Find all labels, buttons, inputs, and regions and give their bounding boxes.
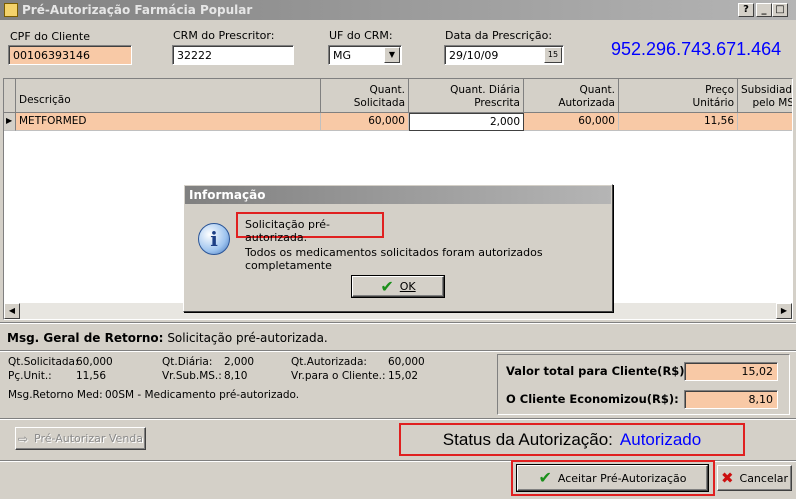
divider: [0, 418, 796, 420]
help-button[interactable]: ?: [738, 3, 754, 17]
cell-quant-autorizada[interactable]: 60,000: [524, 113, 619, 131]
msg-geral-value: Solicitação pré-autorizada.: [167, 331, 328, 345]
header-line: Quant.: [369, 84, 405, 96]
qt-autorizada-label: Qt.Autorizada:: [291, 356, 367, 368]
header-preco-unitario[interactable]: Preço Unitário: [619, 79, 738, 113]
qt-diaria-label: Qt.Diária:: [162, 356, 213, 368]
row-pointer-icon: ▶: [4, 113, 16, 131]
scroll-left-icon[interactable]: ◀: [4, 303, 20, 319]
minimize-button[interactable]: _: [756, 3, 772, 17]
qt-solicitada-value: 60,000: [76, 356, 113, 368]
total-cliente-field[interactable]: 15,02: [684, 362, 778, 381]
cell-quant-diaria[interactable]: 2,000: [409, 113, 524, 131]
status-label: Status da Autorização:: [442, 429, 613, 449]
header-line: Solicitada: [353, 97, 405, 109]
msg-geral-row: Msg. Geral de Retorno: Solicitação pré-a…: [7, 331, 328, 345]
msg-retorno-med-value: 00SM - Medicamento pré-autorizado.: [105, 389, 300, 401]
divider: [0, 350, 796, 352]
vr-sub-value: 8,10: [224, 370, 248, 382]
cell-descricao[interactable]: METFORMED: [16, 113, 321, 131]
header-line: Unitário: [692, 97, 734, 109]
status-box: Status da Autorização: Autorizado: [399, 423, 745, 456]
qt-solicitada-label: Qt.Solicitada:: [8, 356, 79, 368]
window-title: Pré-Autorização Farmácia Popular: [22, 3, 253, 17]
dialog-line1: Solicitação pré-autorizada.: [245, 218, 330, 244]
qt-autorizada-value: 60,000: [388, 356, 425, 368]
economizou-field[interactable]: 8,10: [684, 390, 778, 409]
msg-retorno-med-label: Msg.Retorno Med:: [8, 389, 103, 401]
cell-preco-unitario[interactable]: 11,56: [619, 113, 738, 131]
date-field-value: 29/10/09: [449, 49, 499, 62]
status-value: Autorizado: [619, 429, 702, 449]
pre-autorizar-label: Pré-Autorizar Venda: [34, 432, 144, 445]
header-line: Preço: [705, 84, 734, 96]
authorization-number: 952.296.743.671.464: [611, 39, 782, 59]
aceitar-label: Aceitar Pré-Autorização: [557, 471, 687, 485]
header-line: Prescrita: [474, 97, 520, 109]
vr-cliente-label: Vr.para o Cliente.:: [291, 370, 386, 382]
header-quant-diaria[interactable]: Quant. Diária Prescrita: [409, 79, 524, 113]
header-line: Quant.: [579, 84, 615, 96]
ok-button[interactable]: ✔ OK: [351, 275, 445, 298]
scroll-right-icon[interactable]: ▶: [776, 303, 792, 319]
uf-select[interactable]: MG ▼: [328, 45, 402, 65]
cancelar-label: Cancelar: [739, 471, 789, 485]
header-line: pelo MS: [752, 97, 793, 109]
check-icon: ✔: [380, 276, 394, 296]
vr-cliente-value: 15,02: [388, 370, 419, 382]
document-arrow-icon: ⇨: [17, 431, 29, 446]
header-descricao[interactable]: Descrição: [16, 79, 321, 113]
header-line: Subsidiado: [741, 84, 793, 96]
header-line: Quant. Diária: [450, 84, 520, 96]
qt-diaria-value: 2,000: [224, 356, 255, 368]
pc-unit-label: Pç.Unit.:: [8, 370, 52, 382]
totals-panel: Valor total para Cliente(R$): 15,02 O Cl…: [497, 354, 790, 415]
check-icon: ✔: [538, 468, 552, 487]
cpf-field[interactable]: 00106393146: [8, 45, 132, 65]
ok-button-label: OK: [399, 280, 416, 293]
header-descricao-label: Descrição: [19, 94, 71, 106]
total-cliente-label: Valor total para Cliente(R$):: [506, 364, 690, 378]
grid-corner: [4, 79, 16, 113]
info-dialog[interactable]: Informação i Solicitação pré-autorizada.…: [183, 184, 613, 312]
app-icon: [4, 3, 18, 17]
window-titlebar[interactable]: Pré-Autorização Farmácia Popular ? _ □: [0, 0, 796, 20]
cpf-label: CPF do Cliente: [10, 30, 90, 43]
cancelar-button[interactable]: ✖ Cancelar: [717, 465, 792, 491]
maximize-button[interactable]: □: [772, 3, 788, 17]
vr-sub-label: Vr.Sub.MS.:: [162, 370, 222, 382]
pre-autorizar-venda-button[interactable]: ⇨ Pré-Autorizar Venda: [15, 427, 146, 450]
economizou-label: O Cliente Economizou(R$):: [506, 392, 679, 406]
chevron-down-icon[interactable]: ▼: [384, 47, 400, 63]
calendar-icon[interactable]: 15: [544, 47, 562, 63]
header-quant-solicitada[interactable]: Quant. Solicitada: [321, 79, 409, 113]
close-icon: ✖: [720, 469, 734, 487]
dialog-title[interactable]: Informação: [185, 186, 611, 204]
header-subsidiado[interactable]: Subsidiado pelo MS: [738, 79, 793, 113]
uf-select-value: MG: [333, 49, 352, 62]
info-icon: i: [198, 223, 230, 255]
cell-subsidiado[interactable]: [738, 113, 792, 131]
divider: [0, 322, 796, 324]
header-quant-autorizada[interactable]: Quant. Autorizada: [524, 79, 619, 113]
dialog-line2: Todos os medicamentos solicitados foram …: [245, 246, 543, 272]
uf-label: UF do CRM:: [329, 29, 393, 42]
dialog-message-highlight: Solicitação pré-autorizada.: [236, 212, 384, 244]
crm-field[interactable]: 32222: [172, 45, 294, 65]
aceitar-pre-autorizacao-button[interactable]: ✔ Aceitar Pré-Autorização: [516, 464, 709, 492]
pc-unit-value: 11,56: [76, 370, 107, 382]
header-line: Autorizada: [558, 97, 615, 109]
cell-quant-solicitada[interactable]: 60,000: [321, 113, 409, 131]
date-label: Data da Prescrição:: [445, 29, 553, 42]
date-field[interactable]: 29/10/09 15: [444, 45, 564, 65]
crm-label: CRM do Prescritor:: [173, 29, 275, 42]
msg-geral-label: Msg. Geral de Retorno:: [7, 331, 164, 345]
